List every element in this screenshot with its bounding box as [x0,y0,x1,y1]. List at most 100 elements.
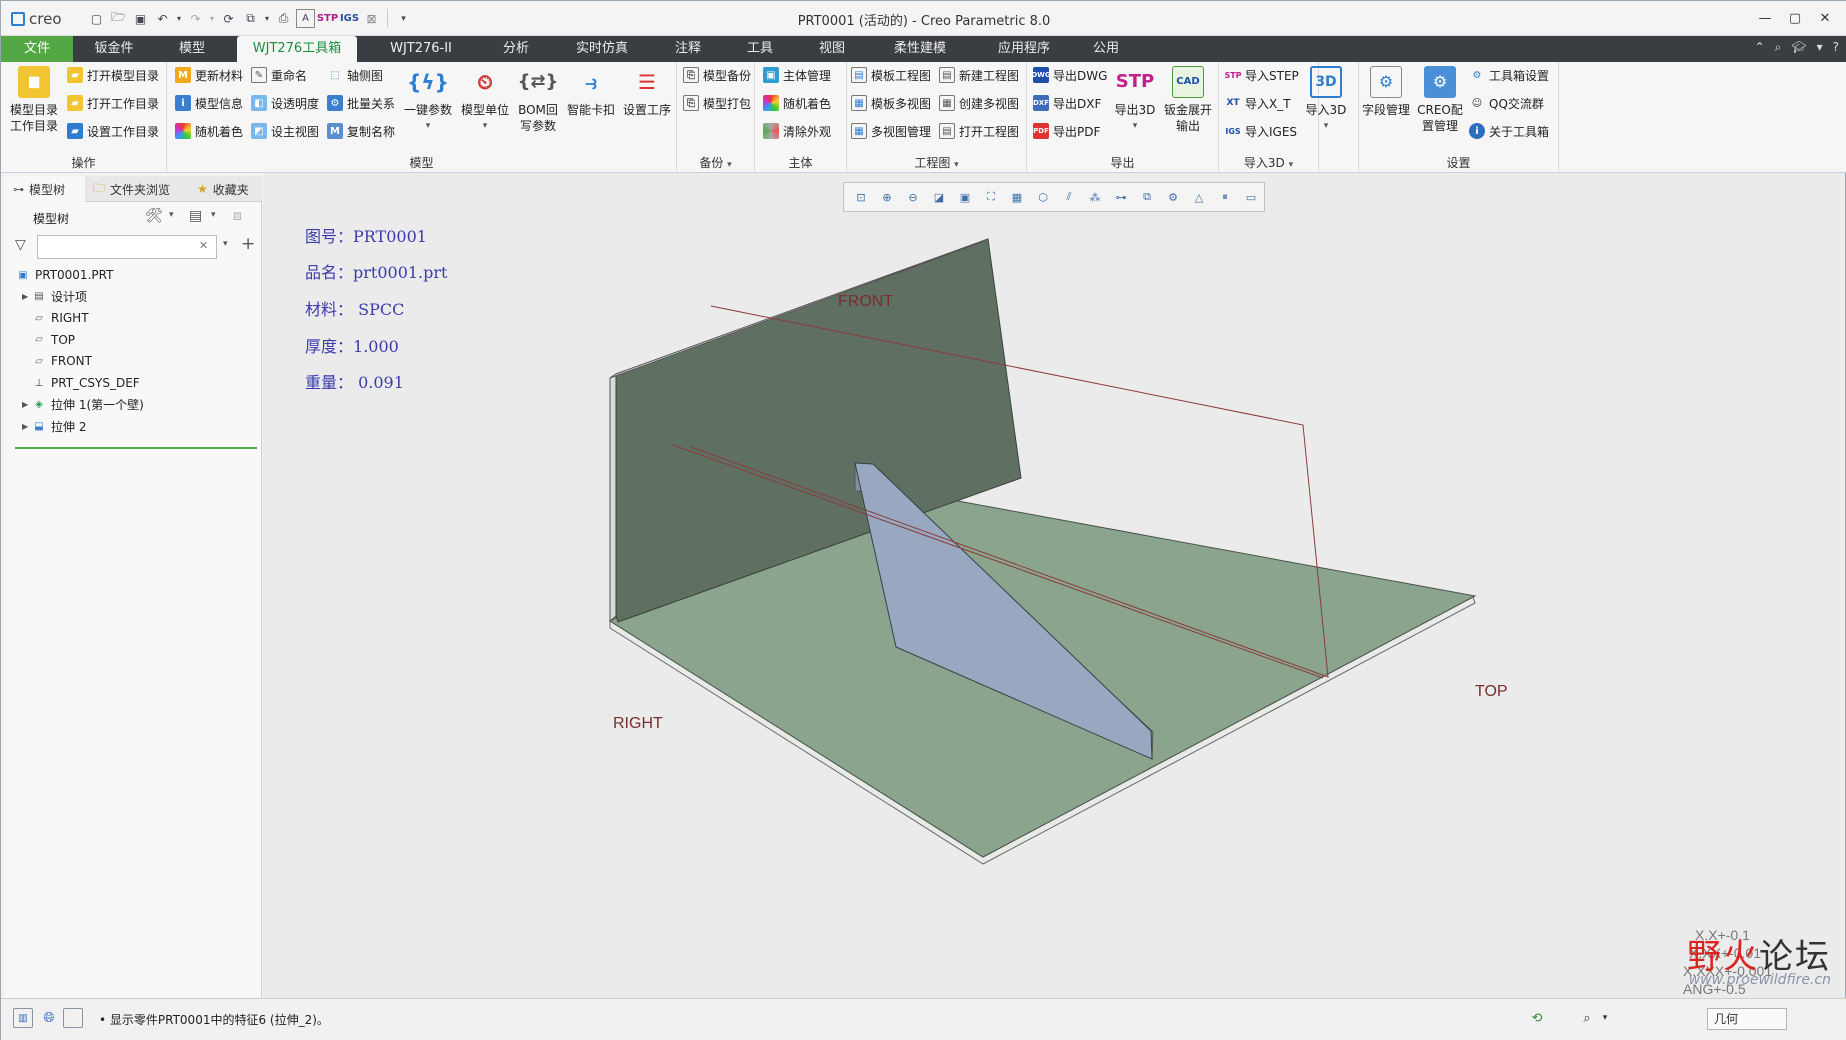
windows-icon[interactable]: ⧉ [241,9,260,28]
model-scene[interactable]: FRONT RIGHT TOP [263,173,1845,998]
group-label-drawing[interactable]: 工程图 ▾ [847,154,1026,171]
annotation-display-icon[interactable]: ⁂ [1084,186,1106,208]
copy-name-button[interactable]: M 复制名称 [327,120,395,142]
tree-item[interactable]: ▱ FRONT [5,350,262,372]
stp-icon[interactable]: STP [317,9,338,28]
perspective-view-icon[interactable]: ⬡ [1032,186,1054,208]
create-multiview-button[interactable]: ▦ 创建多视图 [939,92,1019,114]
import-iges-button[interactable]: IGS 导入IGES [1225,120,1297,142]
text-icon[interactable]: A [296,9,315,28]
model-units-dropdown-icon[interactable]: ▾ [483,118,488,134]
tree-item[interactable]: ⊥ PRT_CSYS_DEF [5,372,262,394]
datum-front-label[interactable]: FRONT [838,293,893,310]
tree-filter-settings-icon[interactable]: ⧈ [233,208,242,224]
model-info-button[interactable]: i 模型信息 [175,92,243,114]
datum-right-label[interactable]: RIGHT [613,715,663,732]
new-file-icon[interactable]: ▢ [87,9,106,28]
regen-status-icon[interactable]: ⟲ [1527,1008,1547,1028]
export-pdf-button[interactable]: PDF 导出PDF [1033,120,1100,142]
tree-settings-dropdown-icon[interactable]: ▾ [169,210,174,220]
minimize-icon[interactable]: — [1751,7,1779,29]
body-manage-button[interactable]: ▣ 主体管理 [763,64,831,86]
tab-common[interactable]: 公用 [1081,36,1131,62]
set-work-dir-button[interactable]: ▰ 设置工作目录 [67,120,159,142]
set-transparency-button[interactable]: ◧ 设透明度 [251,92,319,114]
tab-model-tree[interactable]: ⊶ 模型树 [5,176,85,202]
help-icon[interactable]: ? [1833,40,1839,55]
search-icon[interactable]: ⌕ [1775,40,1782,55]
browser-icon[interactable]: 🌐︎ [39,1008,59,1028]
search-options-dropdown-icon[interactable]: ▾ [223,239,228,249]
qq-group-button[interactable]: ☺ QQ交流群 [1469,92,1544,114]
export-3d-dropdown-icon[interactable]: ▾ [1133,118,1138,134]
smart-snap-button[interactable]: ⥽ 智能卡扣 [563,66,619,118]
export-dwg-button[interactable]: DWG 导出DWG [1031,64,1107,86]
isometric-view-button[interactable]: ⬚ 轴侧图 [327,64,383,86]
import-xt-button[interactable]: XT 导入X_T [1225,92,1290,114]
collapse-ribbon-icon[interactable]: ⌃ [1755,40,1765,55]
multiview-manage-button[interactable]: ▦ 多视图管理 [851,120,931,142]
repaint-icon[interactable]: ◪ [928,186,950,208]
mesh-icon[interactable]: △ [1188,186,1210,208]
random-color-button[interactable]: 随机着色 [175,120,243,142]
zoom-out-icon[interactable]: ⊖ [902,186,924,208]
tab-flexible-modeling[interactable]: 柔性建模 [873,36,967,62]
zoom-in-icon[interactable]: ⊕ [876,186,898,208]
appearance-icon[interactable]: ⚙ [1162,186,1184,208]
field-manage-button[interactable]: ⚙ 字段管理 [1359,66,1413,118]
help-dropdown-icon[interactable]: ▾ [1817,40,1823,55]
model-backup-button[interactable]: ⎘ 模型备份 [683,64,751,86]
tab-wjt276-toolbox[interactable]: WJT276工具箱 [237,36,357,62]
find-icon[interactable]: ⌕ [1577,1008,1597,1028]
wall-edge-face[interactable] [609,373,617,623]
group-label-import[interactable]: 导入3D ▾ [1219,154,1318,171]
tree-item[interactable]: ▶ ◈ 拉伸 1(第一个壁) [5,394,262,416]
rename-button[interactable]: ✎ 重命名 [251,64,307,86]
import-3d-button[interactable]: 3D 导入3D ▾ [1301,66,1351,134]
tab-file[interactable]: 文件 [1,36,73,62]
tree-settings-icon[interactable]: 🛠︎ [145,208,163,224]
set-main-view-button[interactable]: ◩ 设主视图 [251,120,319,142]
new-drawing-button[interactable]: ▤ 新建工程图 [939,64,1019,86]
learning-icon[interactable]: 🎓︎ [1791,40,1806,55]
filter-icon[interactable]: ▽ [15,237,26,253]
print-icon[interactable]: ⎙ [274,9,293,28]
more-options-icon[interactable]: ▭ [1240,186,1262,208]
close-icon[interactable]: ✕ [1811,7,1839,29]
clear-appearance-button[interactable]: 清除外观 [763,120,831,142]
save-icon[interactable]: ▣ [131,9,150,28]
tab-view[interactable]: 视图 [801,36,863,62]
graphics-viewport[interactable]: FRONT RIGHT TOP ⊡ ⊕ ⊖ ◪ ▣ ⛶ ▦ ⬡ ⫽ ⁂ ⊶ ⧉ … [263,173,1845,998]
tree-columns-dropdown-icon[interactable]: ▾ [211,210,216,220]
tree-item[interactable]: ▱ RIGHT [5,307,262,329]
regenerate-icon[interactable]: ⟳ [219,9,238,28]
tree-item[interactable]: ▣ PRT0001.PRT [5,264,262,286]
batch-relations-button[interactable]: ⚙ 批量关系 [327,92,395,114]
tab-folder-browser[interactable]: 🗀 文件夹浏览 [87,176,187,202]
tree-columns-icon[interactable]: ▤ [189,208,202,224]
refit-icon[interactable]: ⊡ [850,186,872,208]
customize-qat-icon[interactable]: ▾ [394,9,413,28]
tree-item[interactable]: ▶ ⬓ 拉伸 2 [5,415,262,437]
clear-search-icon[interactable]: ✕ [199,239,208,252]
tab-wjt276-ii[interactable]: WJT276-II [367,36,475,62]
model-units-button[interactable]: ⏲ 模型单位 ▾ [457,66,513,134]
toggle-navigator-icon[interactable]: ▥ [13,1008,33,1028]
model-dir-work-dir-button[interactable]: ▆ 模型目录 工作目录 [7,66,61,134]
full-screen-icon[interactable] [63,1008,83,1028]
undo-dropdown-icon[interactable]: ▾ [175,9,183,28]
tree-item[interactable]: ▶ ▤ 设计项 [5,286,262,308]
open-work-dir-button[interactable]: ▰ 打开工作目录 [67,92,159,114]
one-click-params-button[interactable]: {ϟ} 一键参数 ▾ [399,66,457,134]
tab-favorites[interactable]: ★ 收藏夹 [191,176,261,202]
tab-annotate[interactable]: 注释 [657,36,719,62]
group-label-backup[interactable]: 备份 ▾ [677,154,754,171]
selection-filter-select[interactable]: 几何 [1707,1008,1787,1030]
open-folder-icon[interactable]: 🗁 [109,9,128,28]
tab-analysis[interactable]: 分析 [485,36,547,62]
expand-arrow-icon[interactable]: ▶ [22,422,28,431]
iges-icon[interactable]: IGS [340,9,359,28]
find-dropdown-icon[interactable]: ▾ [1595,1008,1615,1028]
creo-config-manage-button[interactable]: ⚙ CREO配 置管理 [1413,66,1467,134]
tree-insert-indicator[interactable] [15,447,257,449]
